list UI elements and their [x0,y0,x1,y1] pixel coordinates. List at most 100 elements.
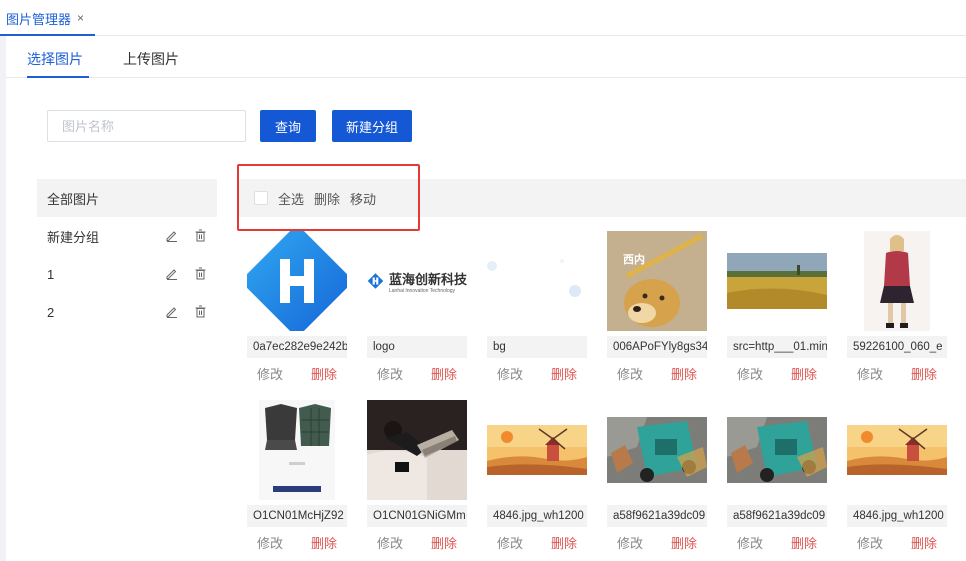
image-delete-button[interactable]: 删除 [911,364,937,383]
image-name: 006APoFYly8gs34 [607,336,707,358]
image-actions: 修改 删除 [367,358,467,383]
image-card[interactable]: a58f9621a39dc09 修改 删除 [727,400,827,552]
image-thumbnail[interactable] [847,400,947,500]
image-edit-button[interactable]: 修改 [497,364,523,383]
image-actions: 修改 删除 [847,527,947,552]
image-delete-button[interactable]: 删除 [671,364,697,383]
image-name: a58f9621a39dc09 [607,505,707,527]
image-edit-button[interactable]: 修改 [257,533,283,552]
image-name-input[interactable] [47,110,246,142]
image-delete-button[interactable]: 删除 [791,364,817,383]
image-actions: 修改 删除 [847,358,947,383]
trash-icon[interactable] [194,305,207,318]
image-actions: 修改 删除 [607,527,707,552]
clothing-product-image [259,400,335,500]
group-item-1[interactable]: 1 [37,255,217,293]
image-thumbnail[interactable]: 蓝海创新科技 Lanhai Innovation Technology [367,231,467,331]
batch-delete-button[interactable]: 删除 [314,189,340,208]
image-edit-button[interactable]: 修改 [737,364,763,383]
group-item-all[interactable]: 全部图片 [37,179,217,217]
image-delete-button[interactable]: 删除 [911,533,937,552]
group-actions [165,267,207,280]
image-edit-button[interactable]: 修改 [737,533,763,552]
close-icon[interactable]: × [77,11,84,25]
image-card[interactable]: 蓝海创新科技 Lanhai Innovation Technology logo… [367,231,467,383]
image-card[interactable]: O1CN01GNiGMm 修改 删除 [367,400,467,552]
image-thumbnail[interactable]: 西内 [607,231,707,331]
image-edit-button[interactable]: 修改 [617,364,643,383]
woman-red-sweater-image [864,231,930,331]
logo-subtitle: Lanhai Innovation Technology [388,287,456,294]
image-card[interactable]: 4846.jpg_wh1200 修改 删除 [847,400,947,552]
image-delete-button[interactable]: 删除 [551,364,577,383]
group-label: 新建分组 [47,229,100,245]
image-name: 4846.jpg_wh1200 [487,505,587,527]
left-gutter [0,36,6,561]
image-delete-button[interactable]: 删除 [311,533,337,552]
batch-move-button[interactable]: 移动 [350,189,376,208]
image-edit-button[interactable]: 修改 [617,533,643,552]
image-thumbnail[interactable] [607,400,707,500]
trash-icon[interactable] [194,267,207,280]
image-card[interactable]: 59226100_060_e 修改 删除 [847,231,947,383]
image-card[interactable]: 西内 006APoFYly8gs34 修改 删除 [607,231,707,383]
image-delete-button[interactable]: 删除 [551,533,577,552]
image-actions: 修改 删除 [727,358,827,383]
image-edit-button[interactable]: 修改 [377,533,403,552]
image-delete-button[interactable]: 删除 [431,364,457,383]
image-delete-button[interactable]: 删除 [311,364,337,383]
select-all-checkbox[interactable] [254,191,268,205]
query-button[interactable]: 查询 [260,110,316,142]
group-item-2[interactable]: 2 [37,293,217,331]
image-name: bg [487,336,587,358]
image-name: O1CN01McHjZ92 [247,505,347,527]
image-thumbnail[interactable] [727,231,827,331]
group-label: 2 [47,304,55,320]
edit-icon[interactable] [165,267,178,280]
image-card[interactable]: 0a7ec282e9e242b 修改 删除 [247,231,347,383]
tab-image-manager[interactable]: 图片管理器 × [0,0,84,36]
select-all-label[interactable]: 全选 [278,189,304,208]
image-thumbnail[interactable] [247,231,347,331]
trash-icon[interactable] [194,229,207,242]
image-thumbnail[interactable] [367,400,467,500]
edit-icon[interactable] [165,229,178,242]
image-thumbnail[interactable] [487,400,587,500]
image-toolbar: 全选 删除 移动 [237,179,966,217]
image-edit-button[interactable]: 修改 [857,533,883,552]
image-name: O1CN01GNiGMm [367,505,467,527]
image-thumbnail[interactable] [487,231,587,331]
image-delete-button[interactable]: 删除 [671,533,697,552]
image-thumbnail[interactable] [847,231,947,331]
image-thumbnail[interactable] [247,400,347,500]
tab-title: 图片管理器 [6,11,72,27]
game-screenshot-image [727,417,827,483]
image-actions: 修改 删除 [247,527,347,552]
image-edit-button[interactable]: 修改 [377,364,403,383]
image-delete-button[interactable]: 删除 [791,533,817,552]
image-name: logo [367,336,467,358]
tab-upload-image[interactable]: 上传图片 [123,49,179,69]
image-actions: 修改 删除 [367,527,467,552]
image-card[interactable]: O1CN01McHjZ92 修改 删除 [247,400,347,552]
logo-title: 蓝海创新科技 [388,271,467,287]
image-card[interactable]: a58f9621a39dc09 修改 删除 [607,400,707,552]
image-card[interactable]: 4846.jpg_wh1200 修改 删除 [487,400,587,552]
group-list: 全部图片 新建分组 1 2 [37,179,217,331]
group-label: 全部图片 [47,191,100,207]
new-group-button[interactable]: 新建分组 [332,110,412,142]
image-actions: 修改 删除 [727,527,827,552]
image-edit-button[interactable]: 修改 [857,364,883,383]
image-name: src=http___01.min [727,336,827,358]
group-item-new[interactable]: 新建分组 [37,217,217,255]
image-card[interactable]: bg 修改 删除 [487,231,587,383]
image-card[interactable]: src=http___01.min 修改 删除 [727,231,827,383]
lanhai-logo-icon [367,273,384,289]
image-edit-button[interactable]: 修改 [257,364,283,383]
image-delete-button[interactable]: 删除 [431,533,457,552]
image-edit-button[interactable]: 修改 [497,533,523,552]
image-thumbnail[interactable] [727,400,827,500]
edit-icon[interactable] [165,305,178,318]
image-name: 59226100_060_e [847,336,947,358]
tab-select-image[interactable]: 选择图片 [27,49,83,69]
